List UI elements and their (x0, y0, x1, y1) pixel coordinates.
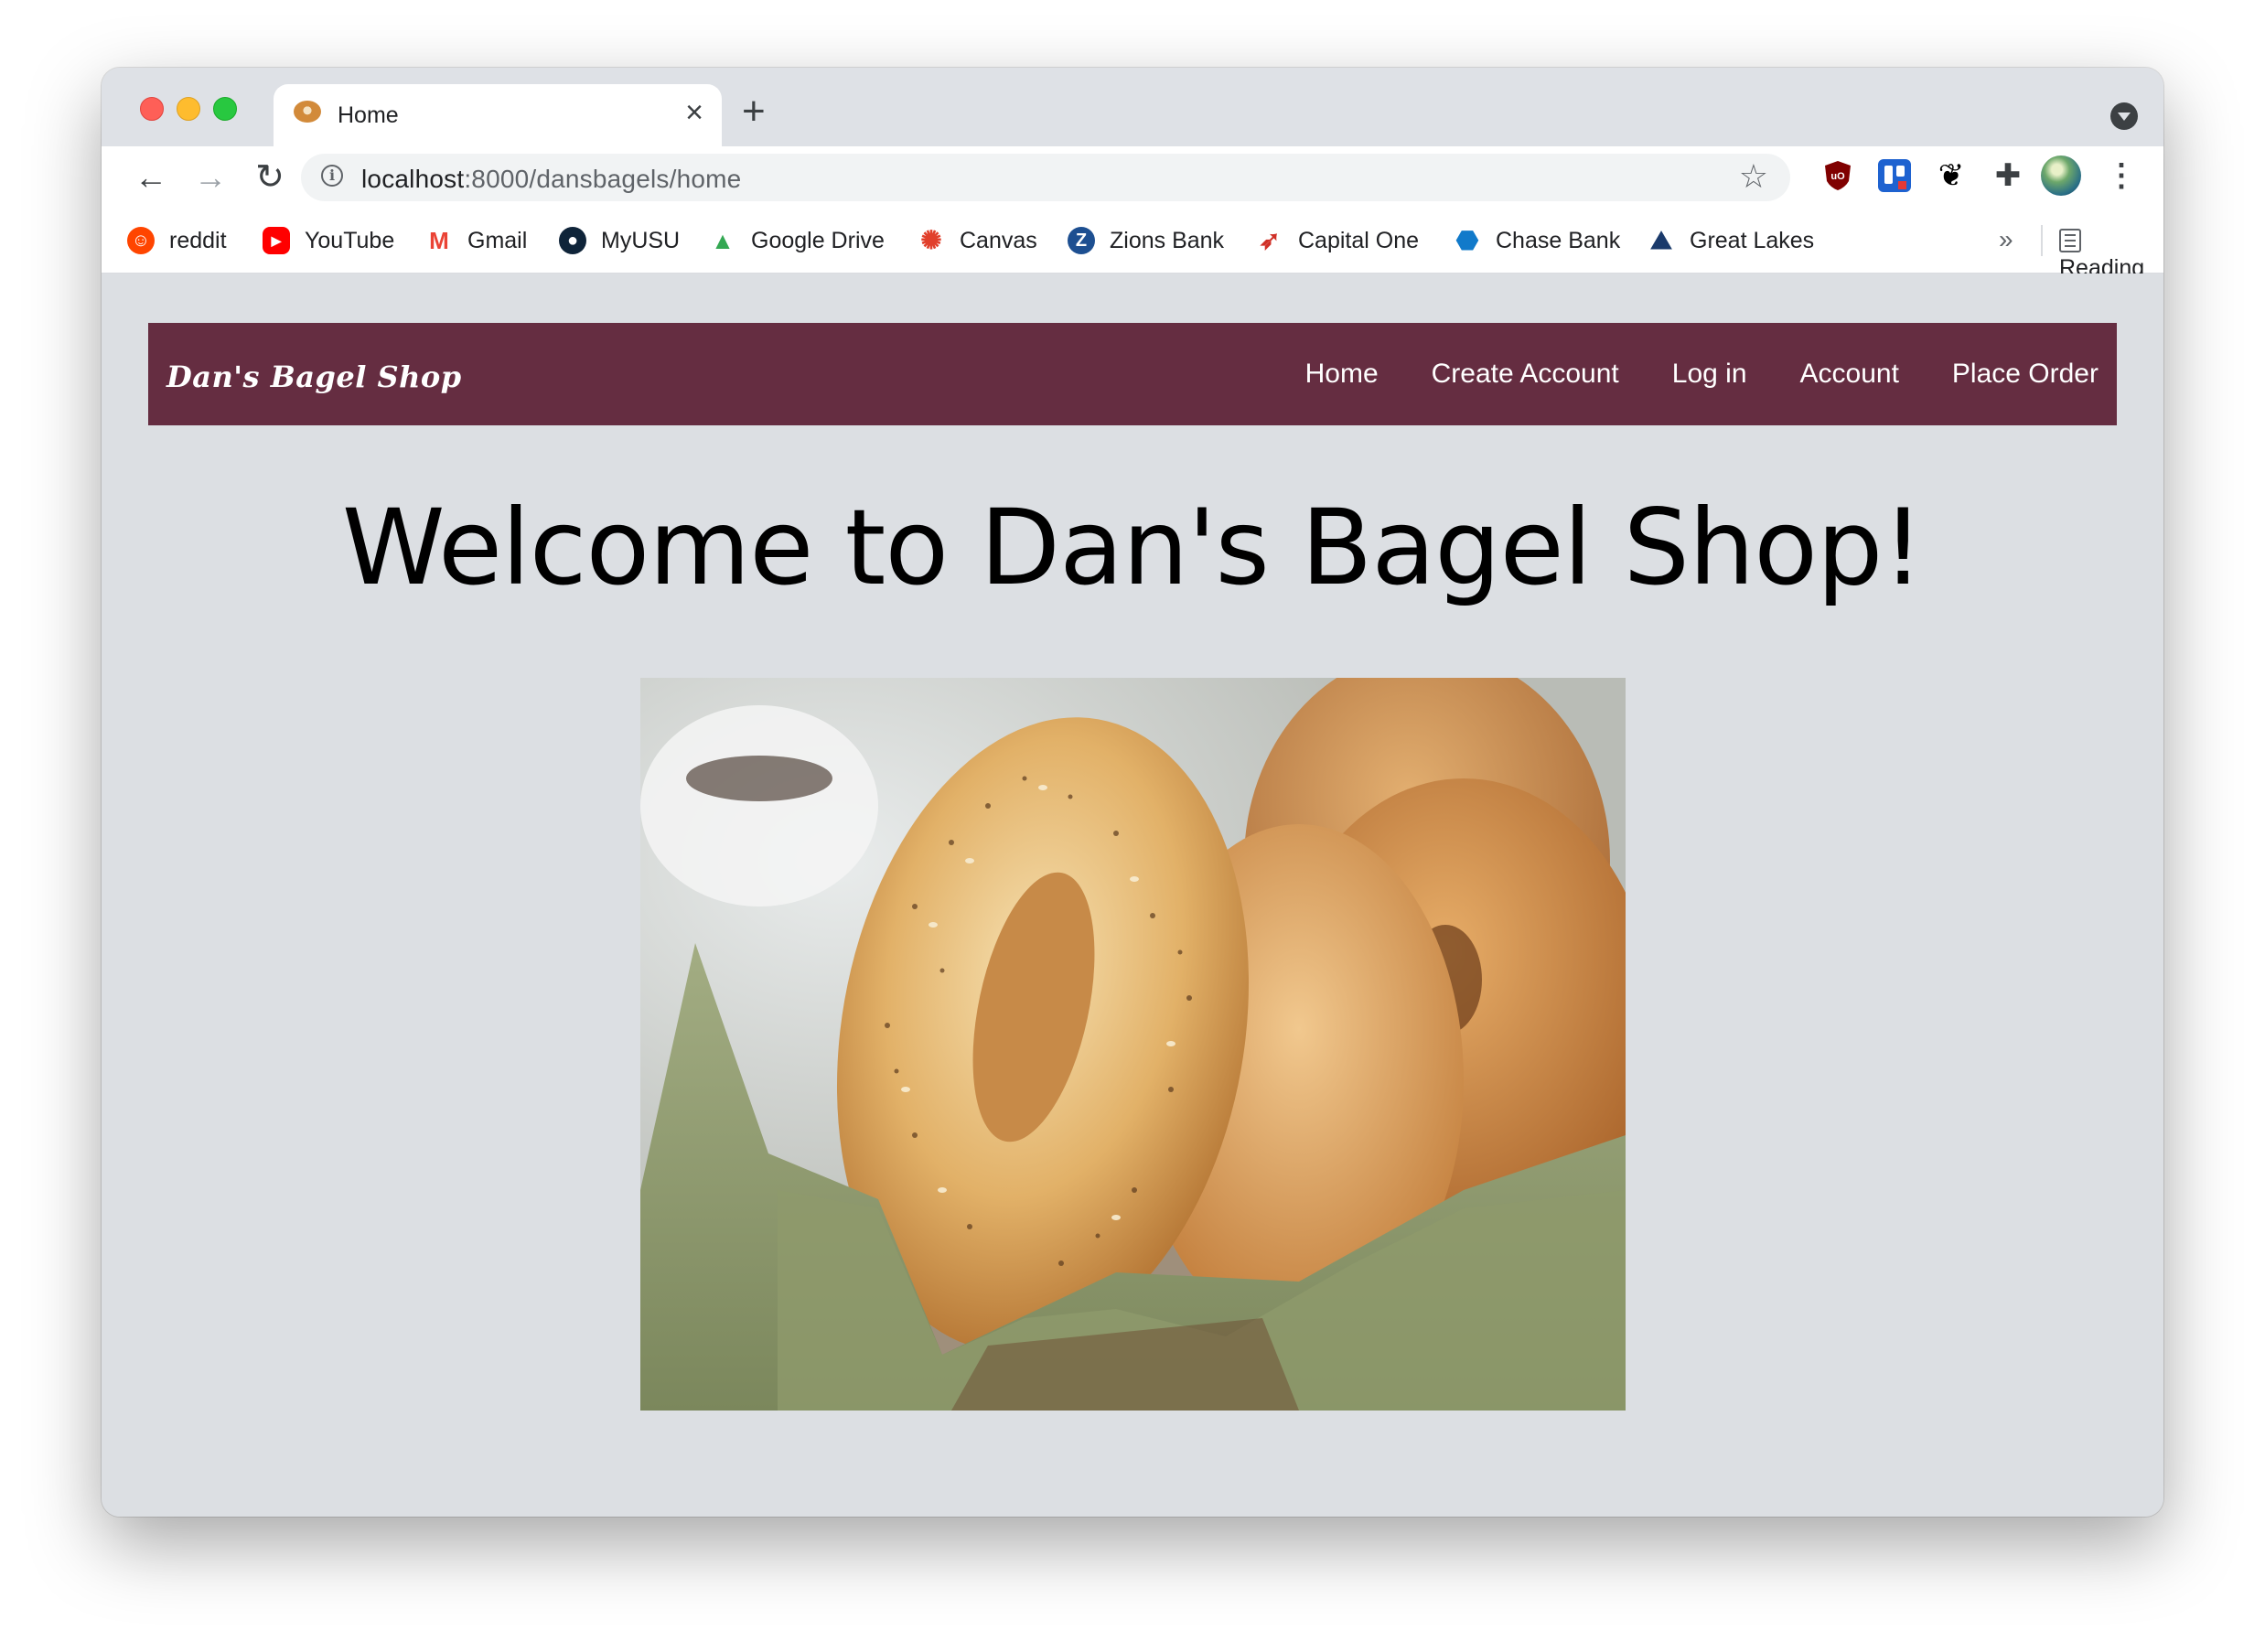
myusu-icon: ● (559, 227, 586, 254)
close-icon[interactable]: × (685, 97, 703, 128)
tab-title: Home (338, 102, 399, 128)
bookmark-label: Great Lakes (1690, 228, 1815, 253)
profile-avatar[interactable] (2041, 156, 2081, 196)
zions-bank-icon: Z (1068, 227, 1095, 254)
capital-one-icon: ➶ (1259, 226, 1281, 254)
bookmark-label: Chase Bank (1496, 228, 1621, 253)
site-nav-links: Home Create Account Log in Account Place… (1305, 323, 2099, 425)
bookmark-zions-bank[interactable]: Z Zions Bank (1068, 227, 1224, 254)
bookmark-label: Capital One (1298, 228, 1420, 253)
tab-search-icon[interactable] (2110, 102, 2138, 130)
url-text[interactable]: localhost:8000/dansbagels/home (361, 165, 741, 194)
star-icon[interactable]: ☆ (1739, 157, 1768, 196)
bookmark-label: MyUSU (601, 228, 681, 253)
browser-window: Home × + ← → ↻ i localhost:8000/dansbage… (102, 68, 2163, 1517)
reading-list-icon (2059, 229, 2081, 252)
url-host: localhost (361, 165, 465, 193)
bookmark-label: Zions Bank (1110, 228, 1225, 253)
svg-text:uO: uO (1830, 171, 1845, 182)
bookmarks-bar: ☺ reddit ▶ YouTube M Gmail ● MyUSU ▲ Google D… (102, 209, 2163, 308)
nav-log-in-link[interactable]: Log in (1672, 359, 1747, 390)
nav-create-account-link[interactable]: Create Account (1432, 359, 1619, 390)
gnome-foot-icon[interactable]: ❦ (1935, 159, 1968, 192)
minimize-window-button[interactable] (177, 97, 200, 121)
browser-toolbar: ← → ↻ i localhost:8000/dansbagels/home ☆… (102, 146, 2163, 209)
bookmark-youtube[interactable]: ▶ YouTube (263, 227, 394, 254)
info-icon[interactable]: i (321, 165, 343, 187)
youtube-icon: ▶ (263, 227, 290, 254)
bookmarks-divider (2041, 225, 2043, 256)
bookmark-capital-one[interactable]: ➶ Capital One (1256, 227, 1419, 254)
bookmark-gmail[interactable]: M Gmail (425, 227, 527, 254)
trello-icon[interactable] (1878, 159, 1911, 192)
nav-account-link[interactable]: Account (1800, 359, 1899, 390)
bagel-favicon-icon (294, 101, 321, 123)
reddit-icon: ☺ (127, 227, 155, 254)
chase-bank-icon: ⬣ (1455, 226, 1479, 254)
address-bar[interactable]: i localhost:8000/dansbagels/home ☆ (301, 154, 1790, 201)
bookmark-label: Canvas (960, 228, 1037, 253)
nav-home-link[interactable]: Home (1305, 359, 1379, 390)
page-viewport: Dan's Bagel Shop Home Create Account Log… (102, 274, 2163, 1517)
gmail-icon: M (429, 227, 449, 254)
bookmark-reddit[interactable]: ☺ reddit (127, 227, 227, 254)
close-window-button[interactable] (140, 97, 164, 121)
extensions-puzzle-icon[interactable]: ✚ (1991, 159, 2024, 192)
url-path: :8000/dansbagels/home (464, 165, 742, 193)
bookmark-canvas[interactable]: ✺ Canvas (918, 227, 1037, 254)
reload-icon[interactable]: ↻ (248, 156, 292, 199)
hero-bagel-image (640, 678, 1626, 1411)
site-navbar: Dan's Bagel Shop Home Create Account Log… (148, 323, 2117, 425)
bookmark-myusu[interactable]: ● MyUSU (559, 227, 680, 254)
bookmark-chase-bank[interactable]: ⬣ Chase Bank (1454, 227, 1620, 254)
great-lakes-icon: ⛰ (1650, 226, 1672, 254)
bookmark-google-drive[interactable]: ▲ Google Drive (709, 227, 885, 254)
maximize-window-button[interactable] (213, 97, 237, 121)
kebab-menu-icon[interactable]: ⋮ (2105, 159, 2138, 192)
bookmark-label: Gmail (467, 228, 528, 253)
nav-place-order-link[interactable]: Place Order (1952, 359, 2099, 390)
page-title: Welcome to Dan's Bagel Shop! (341, 487, 1924, 608)
google-drive-icon: ▲ (711, 227, 735, 254)
arrow-right-icon[interactable]: → (188, 156, 232, 199)
bookmark-label: Google Drive (751, 228, 885, 253)
ublock-origin-icon[interactable]: uO (1821, 159, 1854, 192)
bookmarks-overflow-button[interactable]: » (1999, 225, 2013, 254)
arrow-left-icon[interactable]: ← (129, 156, 173, 199)
site-brand[interactable]: Dan's Bagel Shop (166, 359, 462, 394)
canvas-icon: ✺ (920, 226, 942, 254)
plus-icon[interactable]: + (742, 91, 766, 132)
bookmark-label: reddit (169, 228, 227, 253)
tab-home[interactable]: Home × (274, 84, 722, 146)
bookmark-great-lakes[interactable]: ⛰ Great Lakes (1648, 227, 1814, 254)
bookmark-label: YouTube (305, 228, 395, 253)
tab-strip: Home × + (102, 68, 2163, 146)
